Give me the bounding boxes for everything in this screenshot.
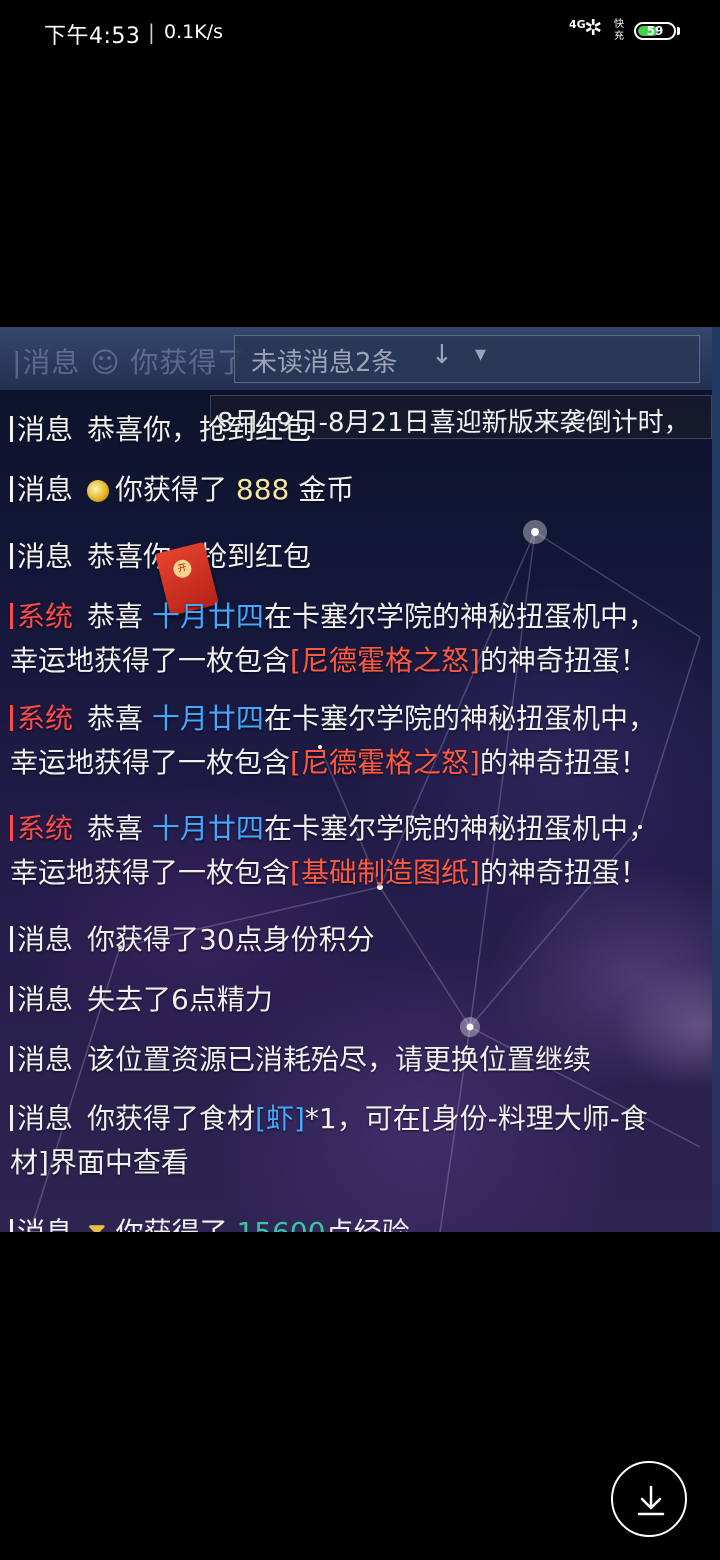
chat-line: 消息 你获得了30点身份积分 — [10, 918, 375, 962]
chat-line-system: 系统 恭喜 十月廿四在卡塞尔学院的神秘扭蛋机中， — [10, 807, 656, 851]
message-tag: 消息 — [10, 978, 73, 1022]
player-name: 十月廿四 — [151, 812, 264, 845]
chat-line-continued: 幸运地获得了一枚包含[尼德霍格之怒]的神奇扭蛋！ — [10, 746, 648, 779]
system-tag: 系统 — [10, 595, 73, 639]
chat-line: 消息恭喜你，抢到红包 — [10, 408, 311, 452]
exp-amount: 15600 — [236, 1216, 325, 1232]
chat-text: 失去了6点精力 — [87, 983, 273, 1016]
battery-level: 59 — [646, 24, 664, 38]
status-time: 下午4:53 — [44, 24, 141, 49]
exp-icon: ⧗ — [87, 1216, 116, 1232]
message-tag: 消息 — [10, 1211, 73, 1232]
chat-line: 消息⧗ 你获得了 15600点经验 — [10, 1211, 410, 1232]
coin-icon — [87, 480, 110, 502]
chat-line-continued: 幸运地获得了一枚包含[基础制造图纸]的神奇扭蛋！ — [10, 856, 648, 889]
item-name: [基础制造图纸] — [290, 856, 480, 889]
item-name: [尼德霍格之怒] — [290, 746, 480, 779]
chat-line-system: 系统 恭喜 十月廿四在卡塞尔学院的神秘扭蛋机中， — [10, 697, 656, 741]
unread-label: 未读消息2条 — [251, 348, 398, 378]
chat-text: 恭喜你，抢到红包 — [87, 413, 312, 446]
status-separator: | — [148, 20, 155, 44]
coin-amount: 888 — [235, 473, 290, 506]
screenshot-edge — [712, 327, 720, 1232]
download-icon — [637, 1485, 665, 1516]
chat-text: 该位置资源已消耗殆尽，请更换位置继续 — [87, 1043, 592, 1076]
message-tag: 消息 — [10, 468, 73, 512]
chat-line-continued: 材]界面中查看 — [10, 1146, 189, 1179]
viewed-image[interactable]: |消息 ☺ 你获得了 未读消息2条 ↓ ▾ 8月19日-8月21日喜迎新版来袭倒… — [0, 327, 720, 1232]
item-name: [尼德霍格之怒] — [290, 644, 480, 677]
battery-icon: 59 — [634, 22, 676, 40]
message-tag: 消息 — [10, 408, 73, 452]
chevron-down-icon: ▾ — [475, 342, 487, 367]
battery-tip — [677, 27, 680, 35]
chat-text: 你获得了30点身份积分 — [87, 923, 375, 956]
message-tag: 消息 — [10, 918, 73, 962]
chat-line: 消息 失去了6点精力 — [10, 978, 273, 1022]
chat-line: 消息 你获得了食材[虾]*1，可在[身份-料理大师-食 — [10, 1097, 648, 1141]
chat-line: 消息 该位置资源已消耗殆尽，请更换位置继续 — [10, 1038, 591, 1082]
header-ghost-text: |消息 ☺ 你获得了 — [12, 346, 247, 379]
message-tag: 消息 — [10, 1038, 73, 1082]
message-tag: 消息 — [10, 535, 73, 579]
item-name: [虾] — [255, 1102, 305, 1135]
status-bar: 下午4:53 | 0.1K/s 4G ✲ 快充 59 — [0, 0, 720, 64]
player-name: 十月廿四 — [151, 702, 264, 735]
arrow-down-icon: ↓ — [431, 340, 453, 370]
network-speed: 0.1K/s — [164, 21, 223, 43]
charge-label: 快充 — [614, 19, 624, 42]
chat-line: 消息 你获得了 888 金币 — [10, 468, 354, 512]
unread-messages-button: 未读消息2条 ↓ ▾ — [234, 335, 700, 383]
download-button[interactable] — [611, 1461, 687, 1537]
chat-line-continued: 幸运地获得了一枚包含[尼德霍格之怒]的神奇扭蛋！ — [10, 644, 648, 677]
system-tag: 系统 — [10, 807, 73, 851]
signal-icon: ✲ — [584, 16, 603, 41]
player-name: 十月廿四 — [151, 600, 264, 633]
message-tag: 消息 — [10, 1097, 73, 1141]
chat-line-system: 系统 恭喜 十月廿四在卡塞尔学院的神秘扭蛋机中， — [10, 595, 656, 639]
system-tag: 系统 — [10, 697, 73, 741]
